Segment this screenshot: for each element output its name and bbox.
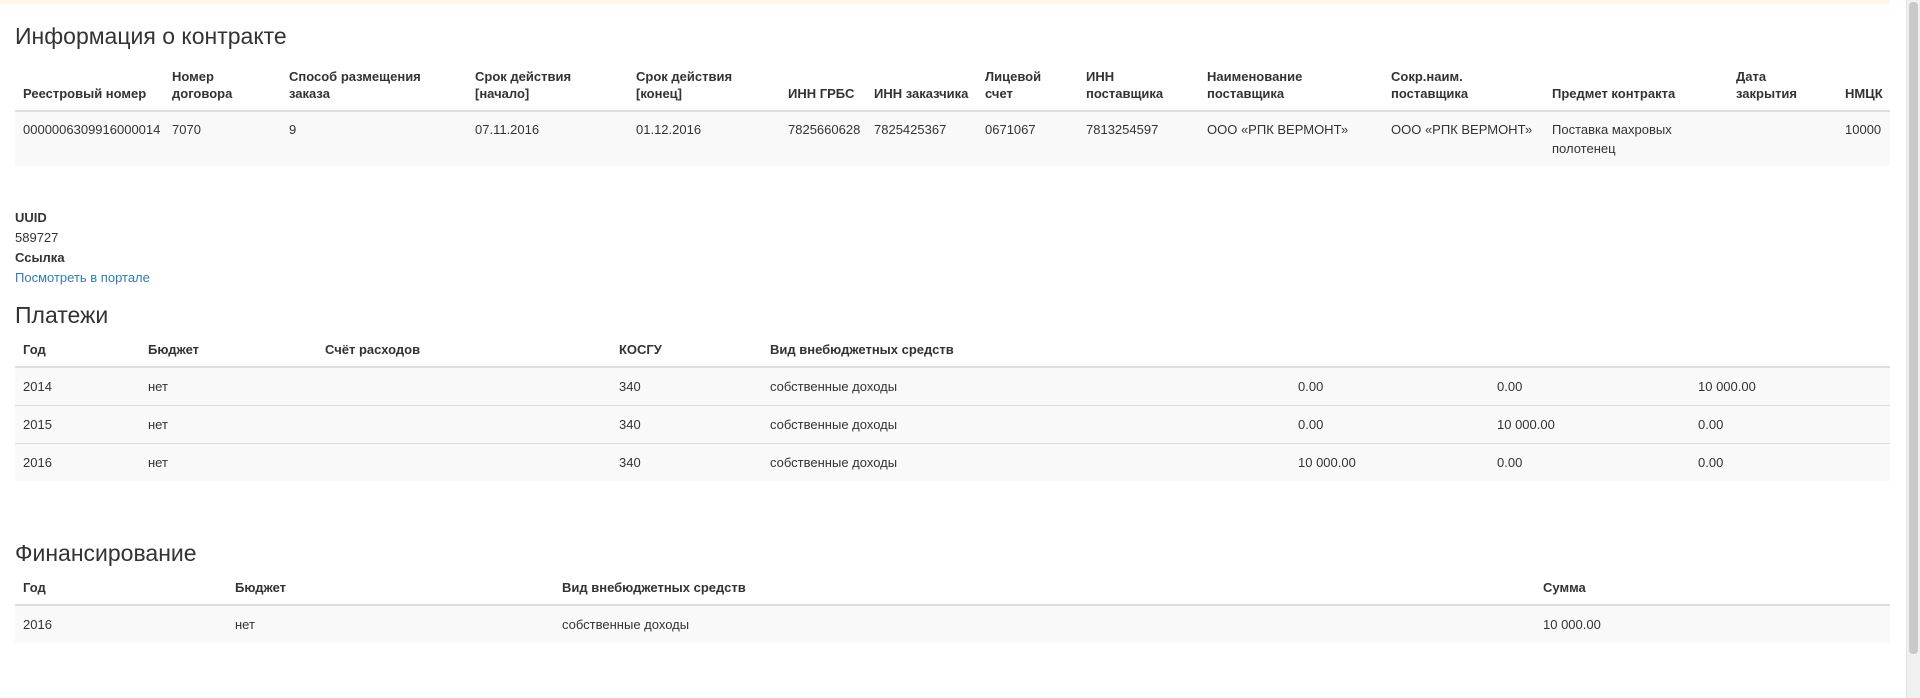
col-placement-method: Способ размещения заказа (281, 62, 467, 112)
col-budget: Бюджет (227, 573, 554, 606)
cell-supplier-name: ООО «РПК ВЕРМОНТ» (1199, 110, 1383, 166)
col-inn-grbs: ИНН ГРБС (780, 62, 866, 112)
top-notice-strip (0, 0, 1890, 4)
cell-sum-3: 10 000.00 (1690, 366, 1890, 406)
cell-year: 2014 (15, 366, 140, 406)
table-row: 2016 нет собственные доходы 10 000.00 (15, 604, 1890, 643)
cell-subject: Поставка махровых полотенец (1544, 110, 1728, 166)
col-supplier-short: Сокр.наим. поставщика (1383, 62, 1544, 112)
cell-sum-2: 0.00 (1489, 443, 1690, 481)
col-account: Лицевой счет (977, 62, 1078, 112)
col-supplier-name: Наименование поставщика (1199, 62, 1383, 112)
contract-section-title: Информация о контракте (15, 23, 287, 49)
cell-year: 2016 (15, 443, 140, 481)
payments-header-row: Год Бюджет Счёт расходов КОСГУ Вид внебю… (15, 335, 1890, 368)
table-row: 2015 нет 340 собственные доходы 0.00 10 … (15, 405, 1890, 444)
cell-sum-1: 10 000.00 (1290, 443, 1489, 481)
cell-inn-customer: 7825425367 (866, 110, 977, 166)
cell-contract-number: 7070 (164, 110, 281, 166)
cell-budget: нет (140, 405, 317, 444)
col-nmck: НМЦК (1837, 62, 1890, 112)
cell-sum-3: 0.00 (1690, 405, 1890, 444)
col-sum-2 (1489, 335, 1690, 368)
col-inn-customer: ИНН заказчика (866, 62, 977, 112)
cell-year: 2015 (15, 405, 140, 444)
table-row: 2014 нет 340 собственные доходы 0.00 0.0… (15, 366, 1890, 406)
cell-supplier-short: ООО «РПК ВЕРМОНТ» (1383, 110, 1544, 166)
col-subject: Предмет контракта (1544, 62, 1728, 112)
cell-sum-1: 0.00 (1290, 366, 1489, 406)
cell-kosgu: 340 (611, 443, 762, 481)
cell-budget: нет (227, 604, 554, 643)
cell-close-date (1728, 110, 1837, 166)
col-start-date: Срок действия [начало] (467, 62, 628, 112)
link-label: Ссылка (15, 250, 65, 265)
col-year: Год (15, 573, 227, 606)
cell-funds-type: собственные доходы (554, 604, 1535, 643)
cell-inn-grbs: 7825660628 (780, 110, 866, 166)
cell-sum: 10 000.00 (1535, 604, 1890, 643)
cell-account: 0671067 (977, 110, 1078, 166)
cell-sum-1: 0.00 (1290, 405, 1489, 444)
cell-sum-2: 0.00 (1489, 366, 1690, 406)
cell-year: 2016 (15, 604, 227, 643)
col-sum: Сумма (1535, 573, 1890, 606)
cell-funds-type: собственные доходы (762, 366, 1290, 406)
table-row: 0000006309916000014 7070 9 07.11.2016 01… (15, 110, 1890, 166)
cell-nmck: 10000 (1837, 110, 1890, 166)
cell-placement-method: 9 (281, 110, 467, 166)
cell-budget: нет (140, 366, 317, 406)
vertical-scrollbar[interactable] (1906, 0, 1920, 698)
portal-link[interactable]: Посмотреть в портале (15, 270, 150, 285)
cell-expense-account (317, 443, 611, 481)
cell-inn-supplier: 7813254597 (1078, 110, 1199, 166)
uuid-value: 589727 (15, 230, 59, 245)
cell-sum-2: 10 000.00 (1489, 405, 1690, 444)
col-reg-number: Реестровый номер (15, 62, 164, 112)
uuid-label: UUID (15, 210, 47, 225)
cell-sum-3: 0.00 (1690, 443, 1890, 481)
cell-end-date: 01.12.2016 (628, 110, 780, 166)
col-sum-3 (1690, 335, 1890, 368)
col-budget: Бюджет (140, 335, 317, 368)
col-funds-type: Вид внебюджетных средств (554, 573, 1535, 606)
payments-table: Год Бюджет Счёт расходов КОСГУ Вид внебю… (15, 335, 1890, 481)
col-close-date: Дата закрытия (1728, 62, 1837, 112)
col-end-date: Срок действия [конец] (628, 62, 780, 112)
main-content: Информация о контракте Реестровый номер … (15, 22, 1890, 643)
cell-start-date: 07.11.2016 (467, 110, 628, 166)
col-expense-account: Счёт расходов (317, 335, 611, 368)
financing-section-title: Финансирование (15, 540, 197, 566)
table-row: 2016 нет 340 собственные доходы 10 000.0… (15, 443, 1890, 481)
financing-header-row: Год Бюджет Вид внебюджетных средств Сумм… (15, 573, 1890, 606)
payments-section-title: Платежи (15, 302, 109, 328)
col-contract-number: Номер договора (164, 62, 281, 112)
cell-reg-number: 0000006309916000014 (15, 110, 164, 166)
cell-expense-account (317, 405, 611, 444)
col-funds-type: Вид внебюджетных средств (762, 335, 1290, 368)
cell-funds-type: собственные доходы (762, 405, 1290, 444)
contract-header-row: Реестровый номер Номер договора Способ р… (15, 62, 1890, 112)
scrollbar-thumb[interactable] (1909, 2, 1918, 654)
contract-info-block: UUID 589727 Ссылка Посмотреть в портале (15, 208, 1890, 288)
col-sum-1 (1290, 335, 1489, 368)
cell-kosgu: 340 (611, 405, 762, 444)
financing-table: Год Бюджет Вид внебюджетных средств Сумм… (15, 573, 1890, 643)
cell-expense-account (317, 366, 611, 406)
cell-kosgu: 340 (611, 366, 762, 406)
cell-funds-type: собственные доходы (762, 443, 1290, 481)
contract-table: Реестровый номер Номер договора Способ р… (15, 62, 1890, 166)
col-inn-supplier: ИНН поставщика (1078, 62, 1199, 112)
col-kosgu: КОСГУ (611, 335, 762, 368)
col-year: Год (15, 335, 140, 368)
cell-budget: нет (140, 443, 317, 481)
